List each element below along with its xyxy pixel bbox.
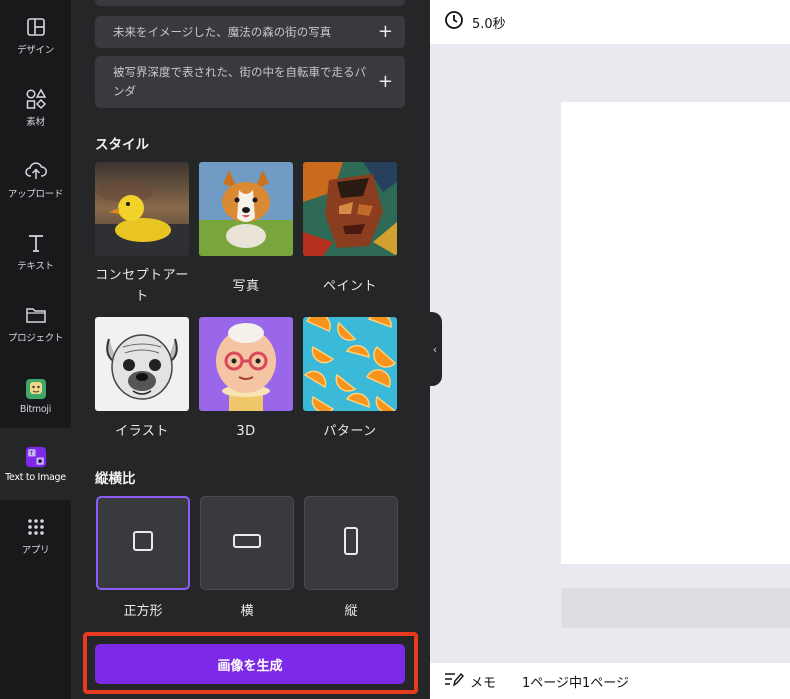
style-label: 3D: [236, 424, 256, 439]
style-3d-thumbnail[interactable]: [199, 317, 293, 411]
rail-item-text[interactable]: テキスト: [0, 216, 71, 288]
style-pattern-thumbnail[interactable]: [303, 317, 397, 411]
rail-item-label: Bitmoji: [19, 403, 52, 415]
aspect-landscape-option[interactable]: [200, 496, 294, 590]
portrait-icon: [342, 526, 360, 560]
generate-image-button[interactable]: 画像を生成: [95, 644, 405, 684]
plus-icon[interactable]: +: [378, 23, 393, 41]
aspect-ratio-section-title: 縦横比: [95, 471, 136, 487]
rail-item-elements[interactable]: 素材: [0, 72, 71, 144]
style-illustration-thumbnail[interactable]: [95, 317, 189, 411]
aspect-label: 横: [240, 604, 254, 619]
aspect-label: 縦: [344, 604, 358, 619]
style-paint-thumbnail[interactable]: [303, 162, 397, 256]
orange-pattern-image: [303, 317, 397, 411]
aspect-label: 正方形: [123, 604, 163, 619]
text-icon: [25, 232, 47, 254]
clock-icon[interactable]: [444, 10, 464, 34]
aspect-portrait-option[interactable]: [304, 496, 398, 590]
plus-icon[interactable]: +: [378, 73, 393, 91]
prompt-text: 未来をイメージした、魔法の森の街の写真: [113, 24, 332, 39]
rail-item-label: 素材: [26, 117, 45, 128]
rubber-duck-image: [95, 162, 189, 256]
page-duration[interactable]: 5.0秒: [472, 13, 506, 32]
aspect-square-option[interactable]: [96, 496, 190, 590]
rail-item-label: Text to Image: [5, 471, 66, 483]
left-rail: デザイン 素材 アップロード テキスト プロジェクト Bitmoji T Tex…: [0, 0, 71, 699]
text-to-image-icon: T: [25, 446, 47, 468]
folder-icon: [25, 304, 47, 326]
rail-item-apps[interactable]: アプリ: [0, 500, 71, 572]
painted-portrait-image: [303, 162, 397, 256]
svg-text:T: T: [28, 451, 33, 457]
style-label: イラスト: [115, 424, 169, 439]
shapes-icon: [25, 88, 47, 110]
rail-item-label: アプリ: [21, 545, 50, 556]
page-count[interactable]: 1ページ中1ページ: [522, 672, 629, 691]
prompt-text: 被写界深度で表された、街の中を自転車で走るパンダ: [113, 65, 366, 98]
editor-bottombar: メモ 1ページ中1ページ: [430, 663, 790, 699]
apps-grid-icon: [25, 516, 47, 538]
pug-sketch-image: [95, 317, 189, 411]
rail-item-label: テキスト: [17, 261, 54, 272]
notes-button-label[interactable]: メモ: [470, 672, 496, 691]
style-label: パターン: [323, 424, 377, 439]
landscape-icon: [232, 532, 262, 554]
rail-item-projects[interactable]: プロジェクト: [0, 288, 71, 360]
prompt-card-partial[interactable]: [95, 0, 405, 6]
rail-item-text-to-image[interactable]: T Text to Image: [0, 428, 71, 500]
editor-topbar: 5.0秒: [430, 0, 790, 44]
add-page-bar[interactable]: [561, 588, 790, 628]
rail-item-label: プロジェクト: [7, 333, 64, 344]
square-icon: [132, 530, 154, 556]
rail-item-bitmoji[interactable]: Bitmoji: [0, 360, 71, 432]
3d-character-image: [199, 317, 293, 411]
style-label: 写真: [232, 279, 260, 294]
rail-item-design[interactable]: デザイン: [0, 0, 71, 72]
corgi-photo-image: [199, 162, 293, 256]
design-canvas-page[interactable]: [561, 102, 790, 564]
layout-icon: [25, 16, 47, 38]
rail-item-label: アップロード: [7, 189, 64, 200]
rail-item-label: デザイン: [17, 45, 54, 56]
style-concept-art-thumbnail[interactable]: [95, 162, 189, 256]
prompt-suggestion-card[interactable]: 被写界深度で表された、街の中を自転車で走るパンダ +: [95, 56, 405, 108]
bitmoji-icon: [25, 378, 47, 400]
prompt-suggestion-card[interactable]: 未来をイメージした、魔法の森の街の写真 +: [95, 16, 405, 48]
style-section-title: スタイル: [95, 137, 149, 153]
notes-icon[interactable]: [444, 671, 464, 691]
rail-item-uploads[interactable]: アップロード: [0, 144, 71, 216]
style-photo-thumbnail[interactable]: [199, 162, 293, 256]
chevron-left-icon: ‹: [432, 342, 438, 356]
cloud-upload-icon: [24, 160, 47, 182]
style-label: ペイント: [322, 279, 377, 294]
collapse-panel-handle[interactable]: ‹: [428, 312, 442, 386]
style-label: コンセプトアート: [95, 268, 189, 304]
text-to-image-panel: 未来をイメージした、魔法の森の街の写真 + 被写界深度で表された、街の中を自転車…: [71, 0, 430, 699]
